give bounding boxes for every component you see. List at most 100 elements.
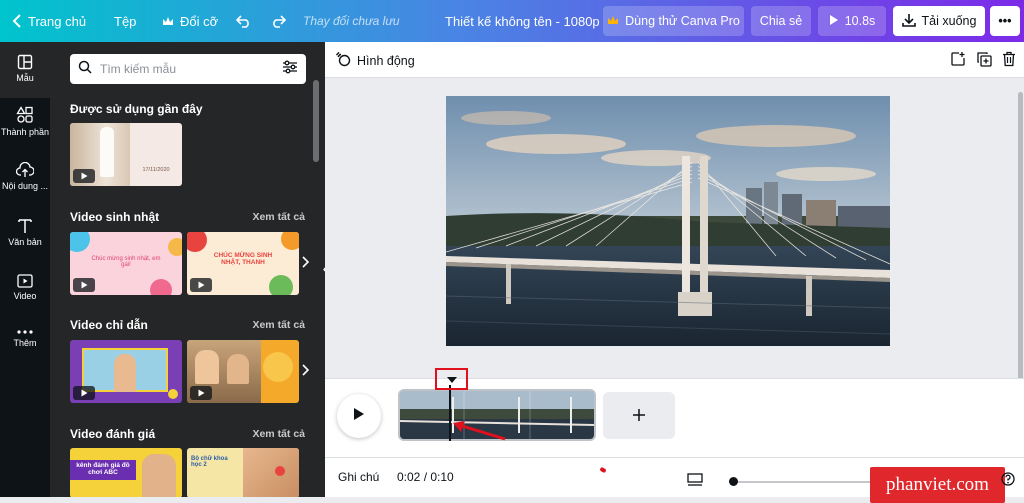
search-input[interactable] (100, 62, 274, 76)
filter-icon[interactable] (282, 60, 298, 79)
decor-shape (275, 466, 285, 476)
see-all-link[interactable]: Xem tất cả (252, 211, 305, 223)
watermark: phanviet.com (870, 467, 1005, 503)
file-menu[interactable]: Tệp (114, 0, 136, 42)
section-title: Video đánh giá (70, 427, 156, 441)
design-title[interactable]: Thiết kế không tên - 1080p (445, 0, 600, 42)
more-options-button[interactable]: ••• (990, 6, 1020, 36)
panel-scrollbar[interactable] (313, 80, 319, 162)
rail-label: Thêm (13, 338, 37, 348)
download-icon (901, 13, 916, 30)
plus-icon (633, 404, 645, 427)
redo-button[interactable] (270, 0, 286, 42)
template-icon (17, 54, 33, 70)
elements-icon (16, 106, 34, 124)
rail-label: Nội dung ... (1, 181, 49, 191)
decor-shape (281, 232, 299, 250)
template-thumbnail[interactable]: 17/11/2020 (70, 123, 182, 186)
section-title: Video chỉ dẫn (70, 318, 148, 332)
decor-shape (168, 389, 178, 399)
see-all-link[interactable]: Xem tất cả (252, 319, 305, 331)
red-mark (599, 466, 607, 474)
download-button[interactable]: Tải xuống (893, 6, 985, 36)
add-page-icon[interactable] (950, 51, 966, 72)
rail-item-templates[interactable]: Mẫu (0, 42, 50, 98)
thumb-text: Bộ chữ khoa học 2 (191, 456, 228, 468)
rail-item-elements[interactable]: Thành phần (0, 106, 50, 137)
rail-label: Mẫu (16, 73, 34, 83)
timeline-play-button[interactable] (337, 394, 381, 438)
video-icon (17, 274, 33, 288)
zoom-slider-handle[interactable] (729, 477, 738, 486)
animation-label: Hình động (357, 53, 415, 68)
editor-scrollbar[interactable] (1018, 92, 1023, 412)
try-pro-label: Dùng thử Canva Pro (625, 14, 740, 28)
animation-button[interactable]: Hình động (335, 51, 415, 70)
decor-shape (150, 279, 172, 295)
rail-item-text[interactable]: Văn bản (0, 218, 50, 247)
duplicate-page-icon[interactable] (976, 51, 992, 72)
try-pro-button[interactable]: Dùng thử Canva Pro (603, 6, 744, 36)
design-canvas[interactable] (446, 96, 890, 346)
template-thumbnail[interactable]: Chúc mừng sinh nhật, em gái! (70, 232, 182, 295)
section-title: Được sử dụng gần đây (70, 102, 203, 116)
chevron-right-icon[interactable] (302, 363, 310, 379)
timeline (325, 368, 1024, 457)
bridge-photo (446, 96, 890, 346)
crown-icon (162, 16, 174, 26)
child-figure (114, 354, 136, 392)
decor-shape (168, 238, 182, 256)
template-search (70, 54, 306, 84)
play-badge (190, 386, 212, 400)
share-label: Chia sẻ (759, 14, 803, 28)
template-panel: Được sử dụng gần đây 17/11/2020 Video si… (50, 42, 325, 497)
upload-icon (16, 162, 34, 178)
decor-shape (70, 232, 90, 252)
decor-shape (269, 275, 293, 295)
search-icon (78, 60, 92, 79)
home-label: Trang chủ (28, 13, 87, 29)
text-icon (17, 218, 33, 234)
rail-item-uploads[interactable]: Nội dung ... (0, 162, 50, 191)
rail-label: Văn bản (8, 237, 42, 247)
resize-button[interactable]: Đổi cỡ (162, 0, 218, 42)
download-label: Tải xuống (921, 14, 977, 28)
caret-down-icon (446, 370, 457, 388)
zoom-slider[interactable] (730, 481, 875, 483)
template-thumbnail[interactable]: CHÚC MỪNG SINH NHẬT, THANH (187, 232, 299, 295)
bottom-bar: Ghi chú 0:02 / 0:10 phanviet.com (325, 457, 1024, 503)
chevron-left-icon (12, 14, 22, 28)
rail-item-more[interactable]: Thêm (0, 329, 50, 348)
playhead-highlight (435, 368, 468, 390)
chevron-right-icon[interactable] (302, 255, 310, 271)
notes-button[interactable]: Ghi chú (338, 470, 379, 484)
share-button[interactable]: Chia sẻ (751, 6, 811, 36)
section-title: Video sinh nhật (70, 210, 160, 224)
editor-toolbar: Hình động (325, 42, 1024, 78)
help-icon[interactable] (1001, 472, 1015, 489)
template-thumbnail[interactable] (70, 340, 182, 403)
play-badge (190, 278, 212, 292)
rail-label: Video (13, 291, 37, 301)
thumb-text: CHÚC MỪNG SINH NHẬT, THANH (213, 252, 273, 266)
play-icon (829, 14, 839, 29)
figure-shape (100, 127, 114, 177)
template-thumbnail[interactable]: kênh đánh giá đồ chơi ABC (70, 448, 182, 497)
more-label: ••• (998, 14, 1012, 28)
see-all-link[interactable]: Xem tất cả (252, 428, 305, 440)
rail-item-video[interactable]: Video (0, 274, 50, 301)
delete-page-icon[interactable] (1002, 51, 1016, 72)
animation-icon (335, 51, 351, 70)
template-thumbnail[interactable] (187, 340, 299, 403)
add-clip-button[interactable] (603, 392, 675, 439)
template-thumbnail[interactable]: Bộ chữ khoa học 2 (187, 448, 299, 497)
undo-button[interactable] (236, 0, 252, 42)
play-badge (73, 169, 95, 183)
play-badge (73, 386, 95, 400)
child-figure (195, 350, 219, 384)
home-button[interactable]: Trang chủ (12, 0, 86, 42)
timeline-view-icon[interactable] (687, 473, 703, 490)
play-badge (73, 278, 95, 292)
file-label: Tệp (114, 13, 137, 29)
play-preview-button[interactable]: 10.8s (818, 6, 886, 36)
